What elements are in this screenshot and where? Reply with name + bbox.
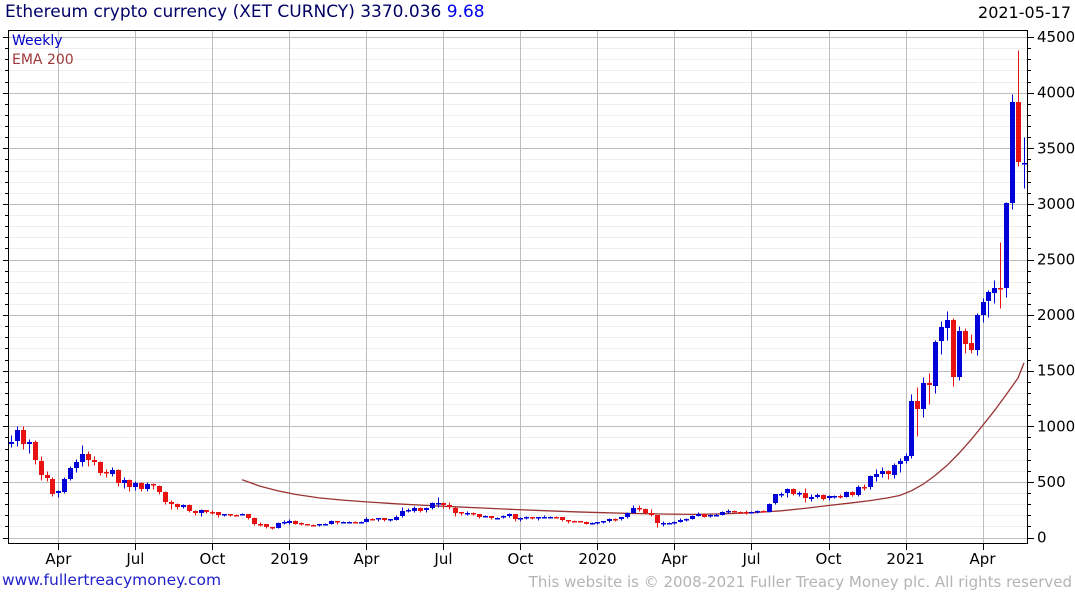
svg-text:Apr: Apr	[45, 550, 72, 568]
last-price: 3370.036	[360, 2, 442, 22]
site-link[interactable]: www.fullertreacymoney.com	[2, 571, 221, 589]
price-chart: 0 500 1000 1500 2000 2500 3000 3500 4000 4500 Apr J…	[3, 28, 1075, 568]
svg-text:2000: 2000	[1037, 306, 1075, 324]
axes: 0 500 1000 1500 2000 2500 3000 3500 4000 4500 Apr J…	[3, 28, 1075, 568]
svg-text:Jul: Jul	[433, 550, 452, 568]
instrument-title: Ethereum crypto currency (XET CURNCY)	[5, 2, 355, 22]
price-change: 9.68	[446, 2, 485, 22]
page: 0 500 1000 1500 2000 2500 3000 3500 4000 4500 Apr J…	[0, 0, 1075, 600]
svg-text:4000: 4000	[1037, 84, 1075, 102]
svg-text:1000: 1000	[1037, 417, 1075, 435]
svg-text:Oct: Oct	[507, 550, 533, 568]
svg-text:2021: 2021	[886, 550, 924, 568]
copyright-text: This website is © 2008-2021 Fuller Treac…	[528, 573, 1072, 591]
svg-text:Apr: Apr	[353, 550, 380, 568]
candles	[9, 50, 1027, 530]
svg-text:2020: 2020	[578, 550, 616, 568]
svg-text:3500: 3500	[1037, 139, 1075, 157]
svg-text:Oct: Oct	[199, 550, 225, 568]
chart-date: 2021-05-17	[978, 3, 1071, 22]
legend-series-weekly: Weekly	[12, 33, 63, 49]
svg-text:500: 500	[1037, 473, 1066, 491]
svg-text:Jul: Jul	[741, 550, 760, 568]
svg-text:1500: 1500	[1037, 362, 1075, 380]
svg-text:Oct: Oct	[816, 550, 842, 568]
svg-text:2500: 2500	[1037, 251, 1075, 269]
svg-text:Jul: Jul	[125, 550, 144, 568]
svg-text:2019: 2019	[270, 550, 308, 568]
legend-ema-200: EMA 200	[12, 52, 74, 68]
gridlines	[8, 30, 1027, 543]
chart-legend: Weekly EMA 200	[12, 32, 74, 70]
svg-text:0: 0	[1037, 529, 1047, 547]
svg-text:4500: 4500	[1037, 28, 1075, 46]
svg-text:3000: 3000	[1037, 195, 1075, 213]
svg-text:Apr: Apr	[662, 550, 689, 568]
svg-text:Apr: Apr	[970, 550, 997, 568]
chart-title-bar: Ethereum crypto currency (XET CURNCY) 33…	[5, 2, 485, 22]
